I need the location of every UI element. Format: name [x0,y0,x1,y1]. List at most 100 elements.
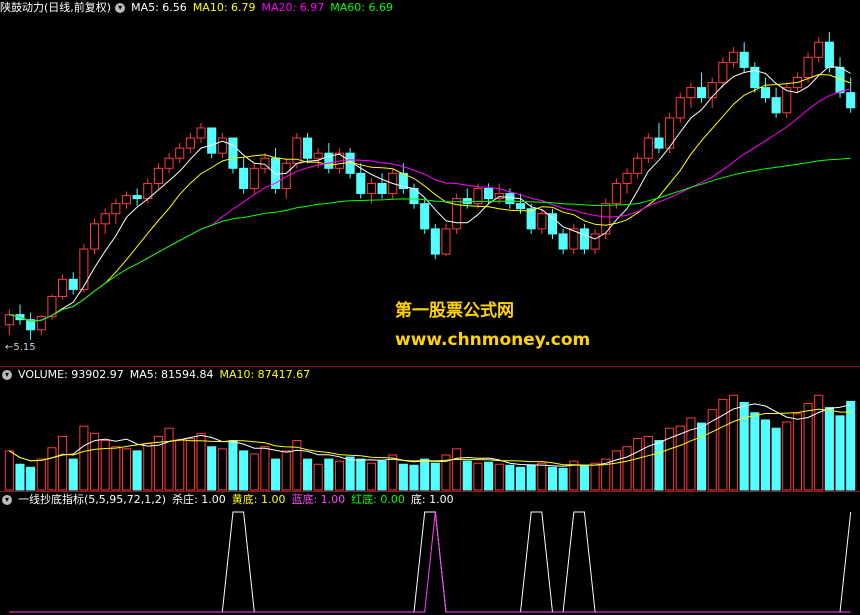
candle-down [462,198,472,205]
candle-up [611,182,621,205]
candle-down [207,127,217,154]
volume-bar-up [782,421,792,491]
watermark-url: www.chnmoney.com [395,330,591,350]
candle-up [452,198,462,230]
candle-up [79,248,89,290]
volume-bar-up [143,443,153,491]
volume-bar-down [835,415,845,491]
candle-up [153,167,163,184]
volume-bar-down [420,458,430,491]
candle-up [590,233,600,250]
volume-bar-up [494,463,504,491]
candle-down [579,228,589,250]
candle-up [643,137,653,159]
candle-up [217,137,227,154]
watermark-title: 第一股票公式网 [395,301,514,321]
candle-up [175,147,185,159]
candle-down [377,182,387,195]
volume-bar-down [760,419,771,491]
candle-down [132,195,142,200]
volume-bar-up [164,427,174,491]
candle-down [484,188,494,200]
candle-up [121,195,132,205]
candle-up [111,203,121,215]
candle-down [654,137,664,149]
volume-bar-down [462,460,472,491]
volume-bar-down [579,464,589,491]
volume-bar-up [175,440,185,491]
candle-up [313,152,323,159]
candle-down [846,92,856,109]
volume-bar-up [36,458,46,491]
candle-up [441,228,451,255]
volume-bar-up [313,463,323,491]
volume-chart[interactable] [0,367,860,491]
volume-bar-up [537,462,547,491]
candle-down [505,193,515,205]
volume-bar-up [121,448,132,491]
volume-bar-up [249,453,259,491]
candle-up [803,56,813,78]
volume-bar-up [718,398,728,491]
candle-up [100,213,110,225]
volume-bar-down [484,461,494,491]
candle-up [494,193,504,200]
candle-up [164,157,174,169]
candle-up [249,167,259,189]
volume-bar-up [196,432,206,491]
volume-bar-down [697,422,707,491]
landi-line [9,511,851,613]
candle-up [675,97,685,119]
volume-bar-down [15,463,25,491]
volume-bar-down [547,466,558,491]
volume-bar-up [622,446,632,491]
candle-down [760,87,771,99]
candle-up [814,41,824,58]
volume-bar-down [324,458,334,491]
candle-up [185,137,195,149]
candle-down [68,278,78,290]
volume-bar-up [452,448,462,491]
volume-bar-up [366,462,376,491]
volume-bar-down [228,440,238,491]
volume-bar-up [111,446,121,491]
volume-bar-up [58,435,68,491]
volume-bar-down [398,463,408,491]
candle-up [633,157,643,174]
candle-down [356,172,366,195]
candle-down [547,213,558,235]
volume-bar-up [473,462,483,491]
volume-bar-up [590,462,600,491]
candle-down [697,87,707,99]
candle-down [771,97,781,114]
candle-down [526,208,536,230]
volume-bar-up [707,409,717,491]
volume-bar-up [633,438,643,491]
volume-bar-up [334,460,345,491]
volume-bar-down [207,446,217,491]
volume-bar-down [505,464,515,491]
volume-bar-down [526,464,536,491]
volume-bar-up [281,450,291,491]
candle-up [686,87,696,99]
volume-bar-up [4,450,14,491]
ma5-line [9,65,851,322]
candle-up [281,162,291,189]
volume-bar-down [132,450,142,491]
volume-panel: ▾ VOLUME: 93902.97 MA5: 81594.84 MA10: 8741… [0,367,860,491]
low-price-marker: ←5.15 [5,342,36,353]
candle-up [707,82,717,99]
volume-bar-down [739,401,749,491]
candle-down [558,233,568,250]
price-panel: 陕鼓动力(日线,前复权) ▾ MA5: 6.56 MA10: 6.79 MA20: 6.… [0,0,860,366]
volume-bar-up [217,448,227,491]
volume-bar-up [643,435,653,491]
volume-bar-down [409,464,419,491]
volume-bar-up [388,454,398,491]
volume-bar-down [654,440,664,491]
volume-bar-down [26,466,36,491]
indicator-chart[interactable] [0,492,860,615]
volume-bar-down [345,456,355,491]
candle-down [515,203,526,210]
candle-down [239,167,249,189]
